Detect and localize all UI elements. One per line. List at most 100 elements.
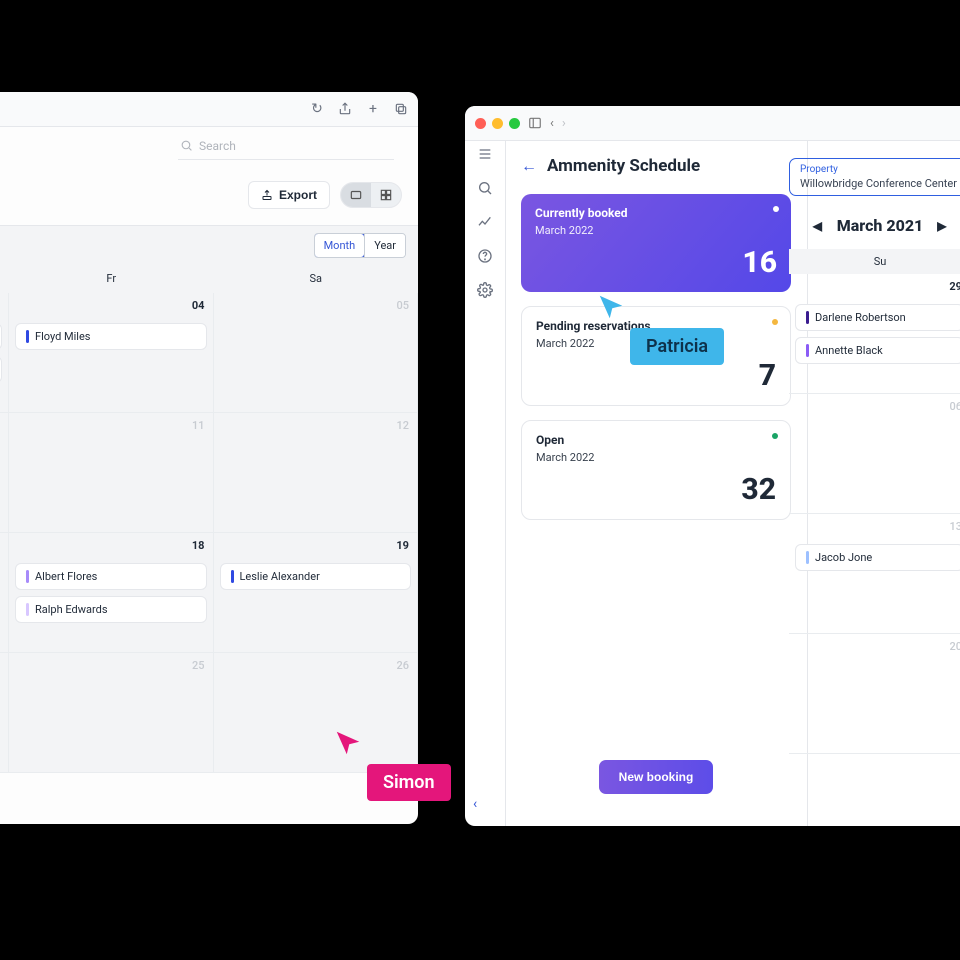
forward-icon[interactable]: ›: [562, 116, 566, 131]
event-label: Leslie Alexander: [240, 570, 320, 583]
share-icon[interactable]: [338, 102, 352, 116]
day-number: 26: [396, 659, 409, 672]
day-number: 29: [949, 280, 960, 293]
calendar-cell[interactable]: 29 Darlene Robertson Annette Black: [789, 274, 960, 394]
copy-icon[interactable]: [394, 102, 408, 116]
new-booking-button[interactable]: New booking: [599, 760, 714, 794]
export-icon: [261, 189, 273, 201]
calendar-event[interactable]: Floyd Miles: [15, 323, 207, 350]
settings-icon[interactable]: [477, 282, 493, 302]
day-number: 06: [949, 400, 960, 413]
calendar-window: ↻ + Search Export: [0, 92, 418, 824]
collapse-sidebar-icon[interactable]: ‹: [473, 796, 477, 812]
summary-card[interactable]: Pending reservationsMarch 20227: [521, 306, 791, 406]
day-of-week: Sa: [214, 264, 419, 293]
nav-sidebar: ‹: [465, 140, 506, 826]
calendar-event[interactable]: Jacob Jone: [795, 544, 960, 571]
month-title: March 2021: [837, 216, 924, 235]
card-title: Pending reservations: [536, 319, 776, 333]
next-month-icon[interactable]: ▶: [937, 219, 947, 233]
calendar-event[interactable]: Jerome Bell: [0, 323, 2, 350]
card-title: Currently booked: [535, 206, 777, 220]
search-icon: [180, 139, 193, 152]
summary-card[interactable]: Currently booked March 2022 16: [521, 194, 791, 292]
day-number: 20: [949, 640, 960, 653]
calendar-cell[interactable]: 11: [9, 413, 214, 533]
calendar-cell[interactable]: 17: [0, 533, 9, 653]
calendar-cell[interactable]: 26: [214, 653, 419, 773]
event-label: Ralph Edwards: [35, 603, 108, 616]
card-subtitle: March 2022: [536, 451, 776, 464]
event-label: Floyd Miles: [35, 330, 90, 343]
window-chrome: ‹ ›: [465, 106, 960, 141]
view-grid-icon[interactable]: [371, 183, 401, 207]
card-value: 16: [535, 245, 777, 280]
calendar-event[interactable]: Leslie Alexander: [220, 563, 412, 590]
property-calendar: Property Willowbridge Conference Center …: [775, 140, 960, 826]
property-label: Property: [800, 164, 960, 175]
card-subtitle: March 2022: [535, 224, 777, 237]
segment-month[interactable]: Month: [314, 233, 366, 258]
calendar-cell[interactable]: 24: [0, 653, 9, 773]
calendar-cell[interactable]: 10: [0, 413, 9, 533]
back-icon[interactable]: ‹: [550, 116, 554, 131]
card-value: 32: [536, 472, 776, 507]
calendar-cell[interactable]: 05: [214, 293, 419, 413]
property-value: Willowbridge Conference Center: [800, 177, 960, 190]
export-button[interactable]: Export: [248, 181, 330, 209]
calendar-event[interactable]: Albert Flores: [15, 563, 207, 590]
calendar-cell[interactable]: 25: [9, 653, 214, 773]
help-icon[interactable]: [477, 248, 493, 268]
prev-month-icon[interactable]: ◀: [813, 219, 823, 233]
calendar-cell[interactable]: 19 Leslie Alexander: [214, 533, 419, 653]
segment-year[interactable]: Year: [364, 234, 405, 257]
event-label: Albert Flores: [35, 570, 97, 583]
period-segment[interactable]: Month Year: [314, 233, 406, 258]
search-icon[interactable]: [477, 180, 493, 200]
plus-icon[interactable]: +: [366, 102, 380, 116]
calendar-cell[interactable]: 20: [789, 634, 960, 754]
day-number: 11: [192, 419, 205, 432]
card-value: 7: [536, 358, 776, 393]
view-toggle[interactable]: [340, 182, 402, 208]
day-number: 04: [192, 299, 205, 312]
back-arrow-icon[interactable]: ←: [521, 156, 537, 176]
analytics-icon[interactable]: [477, 214, 493, 234]
sidebar-icon[interactable]: [528, 116, 542, 130]
calendar-event[interactable]: Savannah Nguyen: [0, 356, 2, 383]
day-of-week: Fr: [9, 264, 214, 293]
day-number: 13: [949, 520, 960, 533]
calendar-cell[interactable]: 18 Albert Flores Ralph Edwards: [9, 533, 214, 653]
calendar-cell[interactable]: 06: [789, 394, 960, 514]
amenity-window: ‹ › ‹ ← Ammenity Schedule Currently book…: [465, 106, 960, 826]
export-label: Export: [279, 188, 317, 202]
day-number: 19: [396, 539, 409, 552]
day-of-week: Su: [789, 249, 960, 274]
card-title: Open: [536, 433, 776, 447]
traffic-lights[interactable]: [475, 118, 520, 129]
calendar-event[interactable]: Ralph Edwards: [15, 596, 207, 623]
new-booking-label: New booking: [619, 770, 694, 784]
property-select[interactable]: Property Willowbridge Conference Center: [789, 158, 960, 196]
menu-icon[interactable]: [477, 146, 493, 166]
day-of-week: Th: [0, 264, 9, 293]
summary-card[interactable]: Open March 2022 32: [521, 420, 791, 520]
calendar-cell[interactable]: 13 Jacob Jone: [789, 514, 960, 634]
day-number: 05: [396, 299, 409, 312]
search-placeholder: Search: [199, 139, 236, 153]
window-chrome: ↻ +: [0, 92, 418, 127]
calendar-cell[interactable]: 03Jerome BellSavannah Nguyen: [0, 293, 9, 413]
day-number: 25: [192, 659, 205, 672]
calendar-cell[interactable]: 04 Floyd Miles: [9, 293, 214, 413]
event-label: Jacob Jone: [815, 551, 872, 564]
amenity-panel: ← Ammenity Schedule Currently booked Marc…: [505, 140, 808, 826]
day-number: 12: [396, 419, 409, 432]
search-input[interactable]: Search: [178, 135, 394, 160]
panel-title: Ammenity Schedule: [547, 156, 700, 176]
calendar-event[interactable]: Darlene Robertson: [795, 304, 960, 331]
calendar-cell[interactable]: 12: [214, 413, 419, 533]
calendar-event[interactable]: Annette Black: [795, 337, 960, 364]
view-card-icon[interactable]: [341, 183, 371, 207]
refresh-icon[interactable]: ↻: [310, 102, 324, 116]
day-number: 18: [192, 539, 205, 552]
